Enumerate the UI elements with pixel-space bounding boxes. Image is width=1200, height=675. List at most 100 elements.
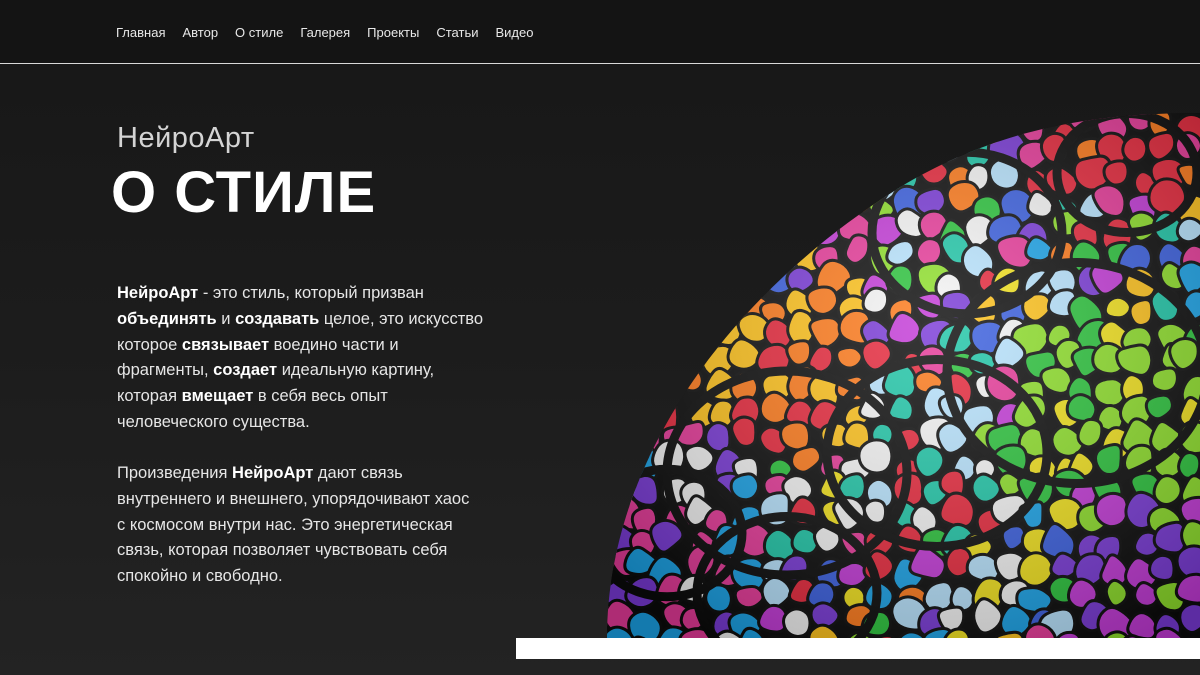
glass-cell (918, 113, 959, 150)
glass-cell (783, 144, 813, 173)
glass-cell (660, 295, 695, 327)
main-menu: Главная Автор О стиле Галерея Проекты Ст… (116, 25, 550, 41)
glass-cell (813, 164, 849, 197)
glass-cell (729, 113, 763, 144)
glass-cell (917, 138, 946, 165)
glass-cell (636, 295, 671, 330)
glass-cell (884, 138, 925, 174)
glass-cell (710, 189, 738, 218)
glass-cell (867, 119, 897, 148)
text-run: Произведения (117, 464, 233, 482)
nav-item-projects[interactable]: Проекты (367, 25, 419, 41)
glass-cell (652, 345, 685, 376)
glass-cell (685, 260, 720, 293)
text-run: и (216, 309, 236, 328)
stained-glass-artwork (607, 113, 1200, 638)
glass-cell (680, 292, 711, 323)
glass-cell (734, 237, 762, 264)
glass-cell (652, 152, 687, 190)
text-line: с космосом внутри нас. Это энергетическа… (117, 513, 537, 539)
glass-cell (631, 243, 664, 279)
nav-item-articles[interactable]: Статьи (436, 25, 478, 41)
glass-cell (704, 210, 737, 241)
nav-item-about-style[interactable]: О стиле (235, 25, 283, 41)
glass-cell (715, 113, 744, 138)
glass-cell (760, 190, 790, 222)
glass-cell (607, 443, 635, 481)
nav-item-gallery[interactable]: Галерея (300, 25, 350, 41)
text-line: НейроАрт - это стиль, который призван (117, 281, 537, 307)
glass-cell (678, 194, 714, 228)
glass-cell (631, 261, 662, 293)
glass-cell (657, 137, 694, 173)
glass-cell (707, 264, 745, 299)
page-subtitle: НейроАрт (117, 122, 255, 154)
text-line: связь, которая позволяет чувствовать себ… (117, 538, 537, 564)
text-line: внутреннего и внешнего, упорядочивают ха… (117, 487, 537, 513)
text-run: дают связь (313, 464, 403, 482)
nav-item-author[interactable]: Автор (182, 25, 218, 41)
text-run: с космосом внутри нас. Это энергетическа… (117, 515, 453, 534)
text-run: идеальную картину, (277, 361, 435, 380)
glass-cell (607, 242, 632, 273)
nav-item-video[interactable]: Видео (495, 25, 533, 41)
glass-cell (607, 115, 627, 148)
text-run: - это стиль, который призван (198, 284, 424, 302)
glass-cell (622, 132, 660, 171)
glass-cell (676, 311, 706, 344)
glass-cell (678, 214, 715, 253)
glass-cell (702, 233, 734, 266)
artwork-image (607, 113, 1200, 638)
glass-cell (807, 180, 841, 211)
text-run: внутреннего и внешнего, упорядочивают ха… (117, 489, 470, 508)
glass-cell (607, 314, 637, 346)
glass-cell (649, 324, 683, 356)
glass-cell (681, 113, 716, 144)
glass-cell (607, 136, 642, 174)
glass-cell (630, 392, 666, 426)
glass-cell (947, 113, 980, 142)
text-run: связь, которая позволяет чувствовать себ… (117, 541, 448, 560)
text-run: целое, это искусство (319, 309, 484, 328)
glass-cell (779, 156, 812, 189)
glass-cell (992, 113, 1026, 139)
glass-cell (727, 258, 759, 294)
glass-cell (607, 338, 638, 378)
glass-cell (862, 135, 890, 164)
decorative-white-bar (516, 638, 1200, 659)
glass-cell (782, 213, 814, 245)
glass-cell (674, 243, 713, 284)
glass-cell (809, 142, 846, 178)
glass-cell (734, 211, 768, 244)
bold-term: вмещает (181, 387, 254, 406)
glass-cell (704, 136, 734, 164)
page-title: О СТИЛЕ (111, 160, 377, 225)
glass-cell (764, 237, 790, 265)
glass-cell (967, 113, 1003, 148)
bold-term: НейроАрт (117, 284, 199, 302)
glass-cell (659, 262, 694, 304)
text-run: спокойно и свободно. (117, 567, 283, 586)
glass-cell (782, 113, 809, 139)
text-line: человеческого существа. (117, 410, 537, 436)
text-line: Произведения НейроАрт дают связь (117, 461, 537, 487)
nav-item-home[interactable]: Главная (116, 25, 165, 41)
glass-cell (656, 236, 687, 266)
bold-term: создавать (235, 309, 320, 328)
text-run: которое (117, 335, 182, 354)
glass-cell (739, 192, 774, 226)
glass-cell (766, 113, 798, 141)
works-paragraph: Произведения НейроАрт дают связь внутренн… (117, 461, 537, 590)
text-run: воедино части и (269, 335, 399, 354)
glass-cell (765, 140, 791, 167)
glass-cell (736, 162, 766, 191)
glass-cell (608, 214, 639, 244)
glass-cell (711, 163, 739, 194)
text-line: фрагменты, создает идеальную картину, (117, 358, 537, 384)
glass-cell (607, 154, 641, 191)
glass-cell (647, 361, 683, 399)
glass-cell (634, 113, 667, 137)
text-line: объединять и создавать целое, это искусс… (117, 307, 537, 333)
glass-cell (845, 155, 873, 184)
glass-cell (724, 139, 761, 172)
